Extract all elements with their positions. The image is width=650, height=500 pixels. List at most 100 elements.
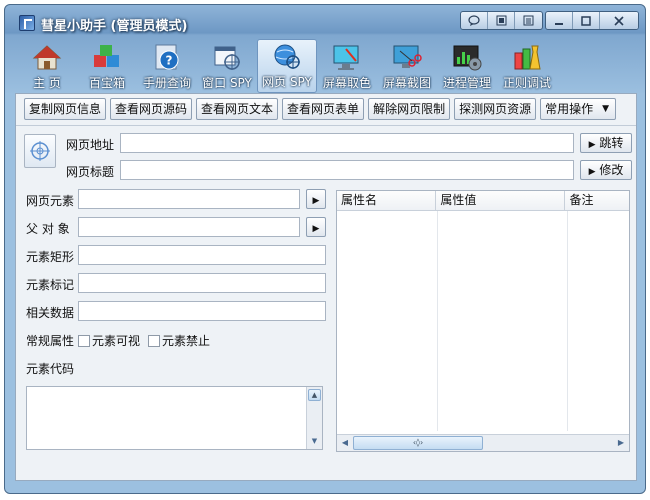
view-text-button[interactable]: 查看网页文本	[196, 98, 279, 120]
disabled-checkbox[interactable]: 元素禁止	[148, 332, 210, 349]
crosshair-icon	[30, 141, 50, 161]
play-arrow-icon: ▶	[588, 167, 596, 177]
tool-toolbox-label: 百宝箱	[88, 76, 125, 90]
vertical-scrollbar[interactable]: ▲ ▼	[306, 387, 322, 449]
main-window: 彗星小助手 (管理员模式) 主 页 百宝箱 ? 手册查询 窗口 SPY 网页 S…	[4, 4, 646, 494]
dropdown-arrow-icon: ▼	[602, 104, 610, 114]
page-title-input[interactable]	[120, 160, 574, 180]
data-label: 相关数据	[26, 306, 75, 320]
menu-icon[interactable]	[515, 12, 542, 29]
tool-regex-label: 正则调试	[502, 76, 551, 90]
unlock-limits-button[interactable]: 解除网页限制	[368, 98, 451, 120]
rect-input[interactable]	[78, 245, 326, 265]
tool-home[interactable]: 主 页	[17, 39, 77, 93]
scroll-left-icon[interactable]: ◀	[338, 436, 352, 450]
column-divider	[437, 211, 438, 431]
edit-button[interactable]: ▶ 修改	[580, 160, 632, 180]
url-input[interactable]	[120, 133, 574, 153]
tool-color-picker-label: 屏幕取色	[322, 76, 371, 90]
attribute-grid[interactable]: 属性名 属性值 备注 ◀ ‹◊› ▶	[336, 190, 630, 452]
common-ops-label: 常用操作	[545, 102, 594, 116]
column-header[interactable]: 属性值	[436, 191, 566, 210]
element-next-button[interactable]: ▶	[306, 189, 326, 209]
common-ops-dropdown[interactable]: 常用操作 ▼	[540, 98, 617, 120]
toolbar-divider	[16, 125, 636, 126]
grid-header: 属性名 属性值 备注	[337, 191, 629, 211]
visible-checkbox[interactable]: 元素可视	[78, 332, 140, 349]
element-input[interactable]	[78, 189, 300, 209]
play-arrow-icon: ▶	[312, 196, 320, 206]
main-toolbar: 主 页 百宝箱 ? 手册查询 窗口 SPY 网页 SPY 屏幕取色 屏幕截图 进…	[17, 39, 557, 93]
attr-label: 常规属性	[26, 334, 75, 348]
globe-target-icon	[272, 42, 302, 70]
help-icon: ?	[152, 43, 182, 71]
maximize-icon[interactable]	[573, 12, 600, 29]
horizontal-scrollbar[interactable]: ◀ ‹◊› ▶	[337, 434, 629, 451]
drag-target-button[interactable]	[24, 134, 56, 168]
grid-body[interactable]	[337, 211, 629, 431]
view-source-button[interactable]: 查看网页源码	[110, 98, 193, 120]
client-area: 复制网页信息 查看网页源码 查看网页文本 查看网页表单 解除网页限制 探测网页资…	[15, 93, 637, 481]
scroll-up-icon[interactable]: ▲	[308, 389, 321, 401]
column-header[interactable]: 备注	[565, 191, 629, 210]
copy-info-button[interactable]: 复制网页信息	[24, 98, 107, 120]
window-title: 彗星小助手 (管理员模式)	[41, 19, 188, 34]
cubes-icon	[92, 43, 122, 71]
minimize-icon[interactable]	[546, 12, 573, 29]
parent-input[interactable]	[78, 217, 300, 237]
process-gear-icon	[452, 43, 482, 71]
app-logo-icon	[19, 15, 35, 31]
color-picker-icon	[332, 43, 362, 71]
parent-label: 父 对 象	[26, 222, 70, 236]
tag-label: 元素标记	[26, 278, 75, 292]
window-target-icon	[212, 43, 242, 71]
column-header[interactable]: 属性名	[337, 191, 437, 210]
flask-icon	[512, 43, 542, 71]
tool-web-spy[interactable]: 网页 SPY	[257, 39, 317, 93]
visible-label: 元素可视	[92, 334, 141, 348]
disabled-label: 元素禁止	[162, 334, 211, 348]
play-arrow-icon: ▶	[588, 140, 596, 150]
tool-manual-label: 手册查询	[142, 76, 191, 90]
scroll-down-icon[interactable]: ▼	[308, 435, 321, 447]
element-code-textarea[interactable]: ▲ ▼	[26, 386, 323, 450]
tool-screenshot[interactable]: 屏幕截图	[377, 39, 437, 93]
tool-process-label: 进程管理	[442, 76, 491, 90]
home-icon	[32, 43, 62, 71]
tool-color-picker[interactable]: 屏幕取色	[317, 39, 377, 93]
checkbox-box	[148, 335, 160, 347]
tool-manual[interactable]: ? 手册查询	[137, 39, 197, 93]
window-controls	[545, 11, 639, 30]
rect-label: 元素矩形	[26, 250, 75, 264]
url-label: 网页地址	[66, 138, 115, 152]
tool-window-spy[interactable]: 窗口 SPY	[197, 39, 257, 93]
scroll-thumb[interactable]: ‹◊›	[353, 436, 483, 450]
goto-label: 跳转	[599, 136, 624, 150]
tool-toolbox[interactable]: 百宝箱	[77, 39, 137, 93]
title-bar[interactable]: 彗星小助手 (管理员模式)	[5, 5, 645, 35]
tool-screenshot-label: 屏幕截图	[382, 76, 431, 90]
skin-icon[interactable]	[488, 12, 515, 29]
svg-text:?: ?	[166, 54, 173, 68]
probe-resources-button[interactable]: 探测网页资源	[454, 98, 537, 120]
column-divider	[567, 211, 568, 431]
scroll-right-icon[interactable]: ▶	[614, 436, 628, 450]
tool-process[interactable]: 进程管理	[437, 39, 497, 93]
close-icon[interactable]	[600, 12, 638, 29]
view-form-button[interactable]: 查看网页表单	[282, 98, 365, 120]
title-label: 网页标题	[66, 165, 115, 179]
status-bar	[15, 483, 637, 491]
parent-next-button[interactable]: ▶	[306, 217, 326, 237]
chat-icon[interactable]	[461, 12, 488, 29]
tool-window-spy-label: 窗口 SPY	[202, 76, 252, 90]
tool-home-label: 主 页	[33, 76, 61, 90]
goto-button[interactable]: ▶ 跳转	[580, 133, 632, 153]
play-arrow-icon: ▶	[312, 224, 320, 234]
extra-controls	[460, 11, 543, 30]
scissors-icon	[392, 43, 422, 71]
data-input[interactable]	[78, 301, 326, 321]
tool-regex[interactable]: 正则调试	[497, 39, 557, 93]
tag-input[interactable]	[78, 273, 326, 293]
code-label: 元素代码	[26, 362, 75, 376]
edit-label: 修改	[599, 163, 624, 177]
